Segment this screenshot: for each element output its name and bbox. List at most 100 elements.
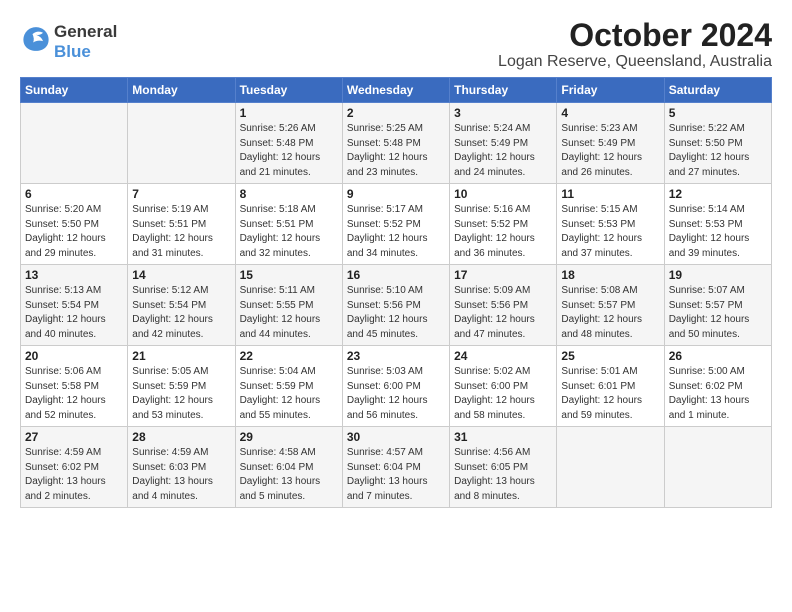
day-number: 11 [561,187,659,201]
day-info: Sunrise: 5:03 AMSunset: 6:00 PMDaylight:… [347,365,445,423]
day-number: 31 [454,430,552,444]
calendar-cell: 4 Sunrise: 5:23 AMSunset: 5:49 PMDaylight… [557,103,664,184]
day-info: Sunrise: 5:01 AMSunset: 6:01 PMDaylight:… [561,365,659,423]
calendar-cell: 11 Sunrise: 5:15 AMSunset: 5:53 PMDayligh… [557,184,664,265]
day-number: 5 [669,106,767,120]
calendar-cell: 12 Sunrise: 5:14 AMSunset: 5:53 PMDayligh… [664,184,771,265]
day-number: 17 [454,268,552,282]
calendar-table: SundayMondayTuesdayWednesdayThursdayFrid… [20,77,772,508]
calendar-cell: 27 Sunrise: 4:59 AMSunset: 6:02 PMDayligh… [21,427,128,508]
calendar-title: October 2024 [498,18,772,53]
day-number: 28 [132,430,230,444]
day-number: 13 [25,268,123,282]
logo: General Blue [20,22,117,61]
calendar-week-row: 27 Sunrise: 4:59 AMSunset: 6:02 PMDayligh… [21,427,772,508]
day-info: Sunrise: 5:16 AMSunset: 5:52 PMDaylight:… [454,203,552,261]
calendar-cell: 25 Sunrise: 5:01 AMSunset: 6:01 PMDayligh… [557,346,664,427]
day-info: Sunrise: 5:10 AMSunset: 5:56 PMDaylight:… [347,284,445,342]
day-number: 8 [240,187,338,201]
day-number: 2 [347,106,445,120]
calendar-cell [128,103,235,184]
day-number: 6 [25,187,123,201]
calendar-week-row: 1 Sunrise: 5:26 AMSunset: 5:48 PMDaylight… [21,103,772,184]
calendar-cell: 10 Sunrise: 5:16 AMSunset: 5:52 PMDayligh… [450,184,557,265]
day-info: Sunrise: 5:26 AMSunset: 5:48 PMDaylight:… [240,122,338,180]
calendar-cell: 31 Sunrise: 4:56 AMSunset: 6:05 PMDayligh… [450,427,557,508]
calendar-cell: 26Sunrise: 5:00 AMSunset: 6:02 PMDayligh… [664,346,771,427]
calendar-cell: 17Sunrise: 5:09 AMSunset: 5:56 PMDayligh… [450,265,557,346]
logo-bird-icon [22,25,50,53]
calendar-cell: 6 Sunrise: 5:20 AMSunset: 5:50 PMDaylight… [21,184,128,265]
weekday-header-wednesday: Wednesday [342,78,449,103]
day-number: 3 [454,106,552,120]
weekday-header-saturday: Saturday [664,78,771,103]
calendar-cell: 18 Sunrise: 5:08 AMSunset: 5:57 PMDayligh… [557,265,664,346]
day-number: 12 [669,187,767,201]
day-info: Sunrise: 5:14 AMSunset: 5:53 PMDaylight:… [669,203,767,261]
weekday-header-tuesday: Tuesday [235,78,342,103]
calendar-cell: 28Sunrise: 4:59 AMSunset: 6:03 PMDayligh… [128,427,235,508]
calendar-subtitle: Logan Reserve, Queensland, Australia [498,53,772,71]
day-number: 25 [561,349,659,363]
day-info: Sunrise: 5:08 AMSunset: 5:57 PMDaylight:… [561,284,659,342]
page: General Blue October 2024 Logan Reserve,… [0,0,792,518]
calendar-cell: 23Sunrise: 5:03 AMSunset: 6:00 PMDayligh… [342,346,449,427]
calendar-cell: 19 Sunrise: 5:07 AMSunset: 5:57 PMDayligh… [664,265,771,346]
day-info: Sunrise: 5:12 AMSunset: 5:54 PMDaylight:… [132,284,230,342]
day-number: 18 [561,268,659,282]
calendar-cell: 1 Sunrise: 5:26 AMSunset: 5:48 PMDaylight… [235,103,342,184]
day-number: 1 [240,106,338,120]
day-number: 19 [669,268,767,282]
day-number: 30 [347,430,445,444]
day-number: 20 [25,349,123,363]
day-info: Sunrise: 4:57 AMSunset: 6:04 PMDaylight:… [347,446,445,504]
day-number: 10 [454,187,552,201]
day-number: 9 [347,187,445,201]
calendar-cell [21,103,128,184]
calendar-cell: 7 Sunrise: 5:19 AMSunset: 5:51 PMDaylight… [128,184,235,265]
weekday-header-sunday: Sunday [21,78,128,103]
day-info: Sunrise: 5:04 AMSunset: 5:59 PMDaylight:… [240,365,338,423]
day-info: Sunrise: 5:07 AMSunset: 5:57 PMDaylight:… [669,284,767,342]
day-info: Sunrise: 5:22 AMSunset: 5:50 PMDaylight:… [669,122,767,180]
day-number: 7 [132,187,230,201]
day-info: Sunrise: 5:20 AMSunset: 5:50 PMDaylight:… [25,203,123,261]
day-info: Sunrise: 5:06 AMSunset: 5:58 PMDaylight:… [25,365,123,423]
day-info: Sunrise: 5:23 AMSunset: 5:49 PMDaylight:… [561,122,659,180]
day-number: 16 [347,268,445,282]
calendar-cell: 15Sunrise: 5:11 AMSunset: 5:55 PMDayligh… [235,265,342,346]
calendar-cell: 24Sunrise: 5:02 AMSunset: 6:00 PMDayligh… [450,346,557,427]
day-number: 14 [132,268,230,282]
weekday-header-thursday: Thursday [450,78,557,103]
calendar-cell: 13Sunrise: 5:13 AMSunset: 5:54 PMDayligh… [21,265,128,346]
calendar-cell: 9Sunrise: 5:17 AMSunset: 5:52 PMDaylight… [342,184,449,265]
calendar-cell: 8 Sunrise: 5:18 AMSunset: 5:51 PMDaylight… [235,184,342,265]
weekday-header-monday: Monday [128,78,235,103]
day-number: 21 [132,349,230,363]
calendar-cell: 21Sunrise: 5:05 AMSunset: 5:59 PMDayligh… [128,346,235,427]
day-number: 4 [561,106,659,120]
day-info: Sunrise: 5:19 AMSunset: 5:51 PMDaylight:… [132,203,230,261]
day-info: Sunrise: 4:58 AMSunset: 6:04 PMDaylight:… [240,446,338,504]
calendar-cell: 16 Sunrise: 5:10 AMSunset: 5:56 PMDayligh… [342,265,449,346]
day-info: Sunrise: 5:25 AMSunset: 5:48 PMDaylight:… [347,122,445,180]
title-block: October 2024 Logan Reserve, Queensland, … [498,18,772,71]
calendar-week-row: 20 Sunrise: 5:06 AMSunset: 5:58 PMDayligh… [21,346,772,427]
day-info: Sunrise: 5:15 AMSunset: 5:53 PMDaylight:… [561,203,659,261]
calendar-cell: 14 Sunrise: 5:12 AMSunset: 5:54 PMDayligh… [128,265,235,346]
calendar-cell [557,427,664,508]
calendar-cell: 20 Sunrise: 5:06 AMSunset: 5:58 PMDayligh… [21,346,128,427]
day-number: 22 [240,349,338,363]
calendar-week-row: 6 Sunrise: 5:20 AMSunset: 5:50 PMDaylight… [21,184,772,265]
day-info: Sunrise: 5:11 AMSunset: 5:55 PMDaylight:… [240,284,338,342]
day-info: Sunrise: 5:00 AMSunset: 6:02 PMDaylight:… [669,365,767,423]
day-info: Sunrise: 4:56 AMSunset: 6:05 PMDaylight:… [454,446,552,504]
calendar-cell: 29Sunrise: 4:58 AMSunset: 6:04 PMDayligh… [235,427,342,508]
calendar-cell [664,427,771,508]
day-info: Sunrise: 4:59 AMSunset: 6:02 PMDaylight:… [25,446,123,504]
day-number: 24 [454,349,552,363]
calendar-cell: 2 Sunrise: 5:25 AMSunset: 5:48 PMDaylight… [342,103,449,184]
header: General Blue October 2024 Logan Reserve,… [20,18,772,71]
day-number: 27 [25,430,123,444]
day-info: Sunrise: 5:18 AMSunset: 5:51 PMDaylight:… [240,203,338,261]
